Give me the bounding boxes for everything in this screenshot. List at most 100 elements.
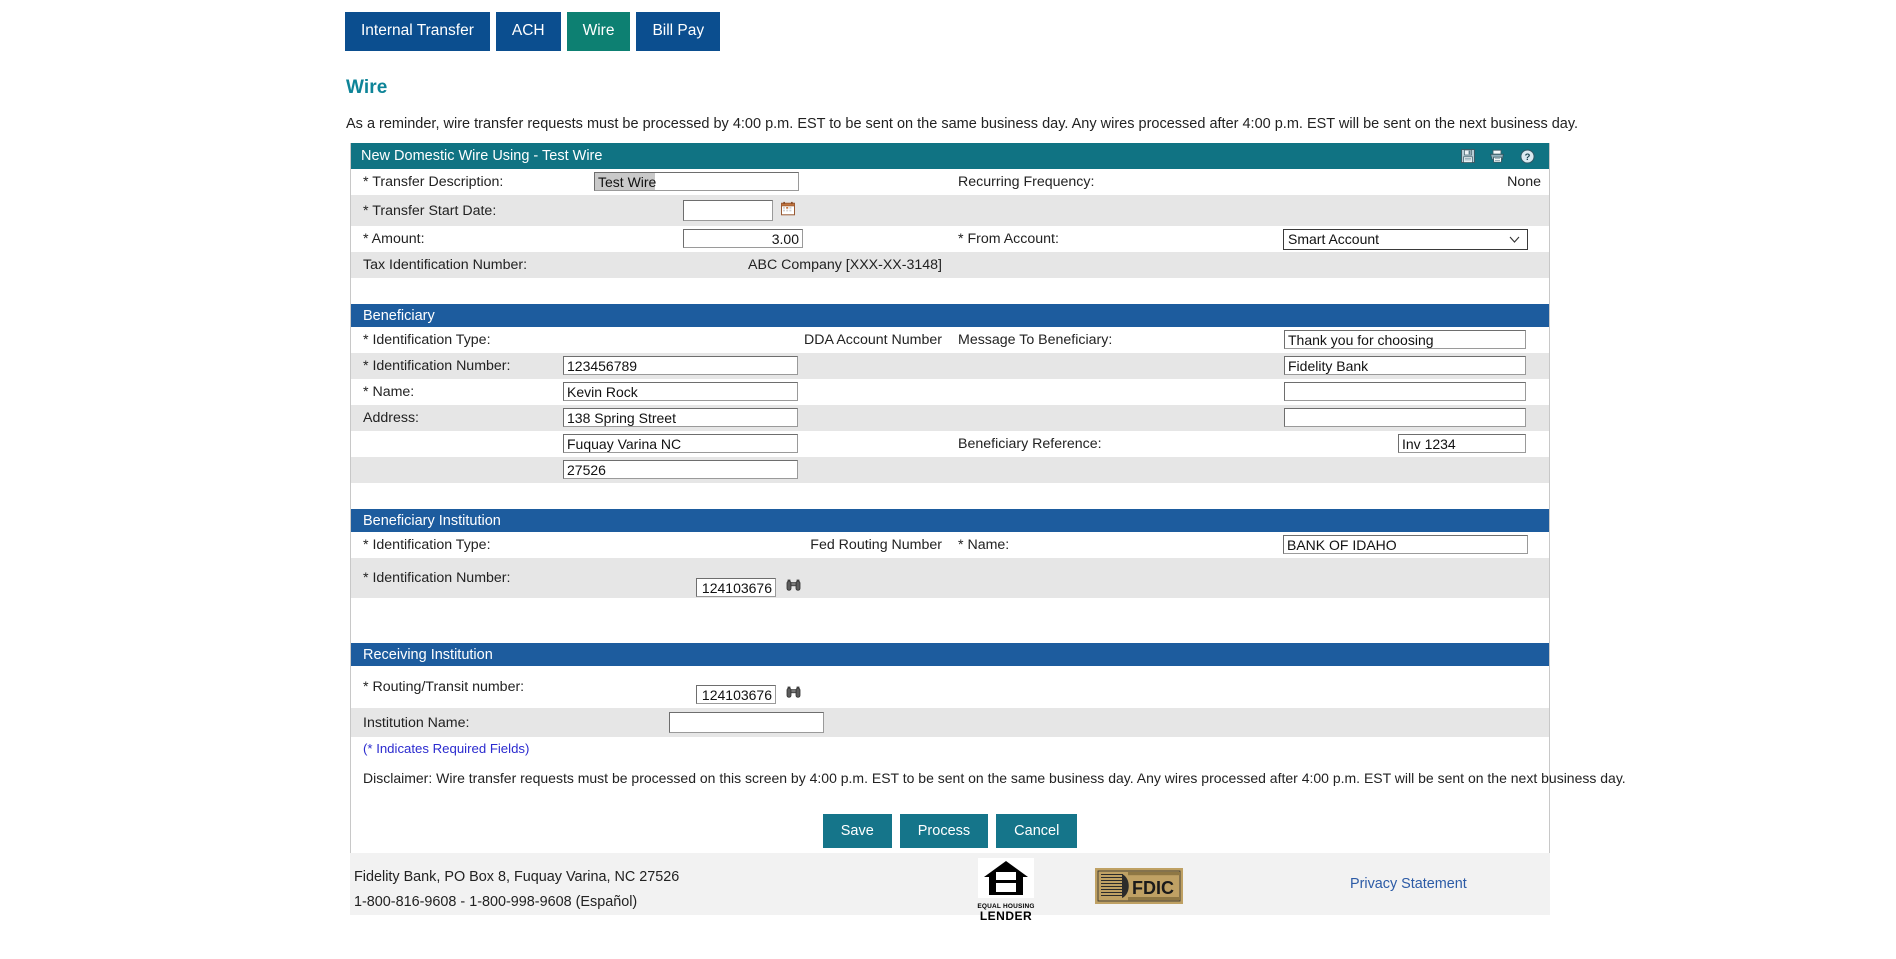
beneficiary-address-input-1[interactable] (563, 408, 798, 428)
benefinst-id-number-input[interactable] (696, 578, 776, 597)
footer-contact: Fidelity Bank, PO Box 8, Fuquay Varina, … (354, 865, 679, 915)
message-to-beneficiary-input-4[interactable] (1284, 408, 1526, 428)
message-line2-wrap (1284, 356, 1526, 376)
message-to-beneficiary-input-1[interactable] (1284, 330, 1526, 350)
beneficiary-id-type-label: * Identification Type: (363, 332, 491, 348)
transfer-description-input[interactable] (594, 172, 799, 192)
row-transfer-description: * Transfer Description: Recurring Freque… (351, 169, 1549, 195)
transfer-description-label: * Transfer Description: (363, 174, 504, 190)
footer-phone: 1-800-816-9608 - 1-800-998-9608 (Español… (354, 894, 638, 910)
binoculars-search-icon-2[interactable] (786, 686, 801, 704)
row-tax-id: Tax Identification Number: ABC Company [… (351, 252, 1549, 278)
message-to-beneficiary-label: Message To Beneficiary: (958, 332, 1113, 348)
tab-bill-pay[interactable]: Bill Pay (636, 12, 721, 51)
fdic-logo: FDIC (1095, 868, 1183, 909)
required-fields-note: (* Indicates Required Fields) (363, 741, 530, 756)
institution-name-label: Institution Name: (363, 714, 470, 731)
from-account-select[interactable]: Smart Account (1283, 228, 1528, 250)
institution-name-input[interactable] (669, 712, 824, 733)
save-icon[interactable] (1461, 149, 1475, 163)
section-receiving-institution-header: Receiving Institution (351, 643, 1549, 666)
transfer-start-date-input[interactable] (683, 200, 773, 221)
from-account-field-wrap: Smart Account (1283, 228, 1528, 250)
tab-ach[interactable]: ACH (495, 12, 561, 51)
row-spacer-3 (351, 598, 1549, 643)
calendar-icon[interactable] (781, 201, 795, 220)
beneficiary-name-input[interactable] (563, 382, 798, 402)
transfer-start-date-label: * Transfer Start Date: (363, 202, 497, 219)
beneficiary-address-input-3[interactable] (563, 460, 798, 480)
receiving-routing-input[interactable] (696, 685, 776, 704)
row-beneficiary-id-type: * Identification Type: DDA Account Numbe… (351, 327, 1549, 353)
tax-id-label: Tax Identification Number: (363, 257, 528, 273)
receiving-routing-label: * Routing/Transit number: (363, 679, 525, 695)
row-spacer-1 (351, 278, 1549, 304)
message-line4-wrap (1284, 408, 1526, 428)
row-beneficiary-address-2: Beneficiary Reference: (351, 431, 1549, 457)
message-line3-wrap (1284, 382, 1526, 402)
svg-text:FDIC: FDIC (1132, 878, 1174, 898)
benefinst-name-wrap (1283, 535, 1528, 555)
save-button[interactable]: Save (822, 814, 892, 848)
row-benefinst-id-type: * Identification Type: Fed Routing Numbe… (351, 532, 1549, 558)
beneficiary-address1-wrap (563, 408, 798, 428)
beneficiary-name-label: * Name: (363, 384, 415, 400)
beneficiary-address-input-2[interactable] (563, 434, 798, 454)
beneficiary-name-wrap (563, 382, 798, 402)
amount-input[interactable] (683, 229, 803, 249)
section-beneficiary-header: Beneficiary (351, 304, 1549, 327)
footer-address: Fidelity Bank, PO Box 8, Fuquay Varina, … (354, 869, 680, 885)
beneficiary-id-number-input[interactable] (563, 356, 798, 376)
transfer-type-tabs: Internal Transfer ACH Wire Bill Pay (345, 12, 721, 51)
institution-name-wrap (669, 712, 824, 733)
privacy-statement-link[interactable]: Privacy Statement (1350, 876, 1467, 892)
svg-text:?: ? (1525, 152, 1531, 163)
tab-internal-transfer[interactable]: Internal Transfer (345, 12, 490, 51)
transfer-description-field-wrap (594, 172, 799, 192)
reminder-text: As a reminder, wire transfer requests mu… (346, 116, 1579, 132)
page-title: Wire (346, 77, 388, 98)
help-icon[interactable]: ? (1520, 148, 1535, 164)
row-beneficiary-id-number: * Identification Number: (351, 353, 1549, 379)
row-beneficiary-address-1: Address: (351, 405, 1549, 431)
print-icon[interactable] (1489, 149, 1506, 163)
row-receiving-routing: * Routing/Transit number: (351, 666, 1549, 708)
beneficiary-reference-input[interactable] (1398, 434, 1526, 454)
message-to-beneficiary-input-2[interactable] (1284, 356, 1526, 376)
row-benefinst-id-number: * Identification Number: (351, 558, 1549, 598)
message-line1-wrap (1284, 330, 1526, 350)
receiving-routing-wrap (696, 685, 776, 705)
cancel-button[interactable]: Cancel (996, 814, 1078, 848)
recurring-frequency-value: None (1507, 174, 1541, 190)
benefinst-name-input[interactable] (1283, 535, 1528, 555)
transfer-start-date-field-wrap (683, 200, 773, 221)
amount-field-wrap (683, 229, 803, 249)
benefinst-id-number-label: * Identification Number: (363, 570, 511, 586)
wire-transfer-page: Internal Transfer ACH Wire Bill Pay Wire… (0, 0, 1896, 959)
tab-wire[interactable]: Wire (566, 12, 631, 51)
beneficiary-address-label: Address: (363, 410, 419, 426)
message-to-beneficiary-input-3[interactable] (1284, 382, 1526, 402)
row-beneficiary-address-3 (351, 457, 1549, 483)
beneficiary-address2-wrap (563, 434, 798, 454)
benefinst-name-label: * Name: (958, 537, 1010, 553)
row-transfer-start-date: * Transfer Start Date: (351, 195, 1549, 226)
row-institution-name: Institution Name: (351, 708, 1549, 737)
amount-label: * Amount: (363, 231, 425, 247)
row-beneficiary-name: * Name: (351, 379, 1549, 405)
binoculars-search-icon[interactable] (786, 579, 801, 597)
process-button[interactable]: Process (899, 814, 989, 848)
disclaimer-text: Disclaimer: Wire transfer requests must … (363, 770, 1626, 786)
beneficiary-address3-wrap (563, 460, 798, 480)
recurring-frequency-label: Recurring Frequency: (958, 174, 1095, 190)
beneficiary-id-type-value: DDA Account Number (804, 332, 942, 348)
benefinst-id-number-wrap (696, 578, 776, 598)
panel-title: New Domestic Wire Using - Test Wire (361, 148, 603, 164)
from-account-label: * From Account: (958, 231, 1059, 247)
beneficiary-reference-wrap (1398, 434, 1526, 454)
panel-header: New Domestic Wire Using - Test Wire ? (351, 143, 1549, 169)
beneficiary-reference-label: Beneficiary Reference: (958, 436, 1102, 452)
benefinst-id-type-value: Fed Routing Number (810, 537, 942, 553)
wire-form-panel: New Domestic Wire Using - Test Wire ? * … (350, 143, 1626, 871)
section-beneficiary-institution-header: Beneficiary Institution (351, 509, 1549, 532)
